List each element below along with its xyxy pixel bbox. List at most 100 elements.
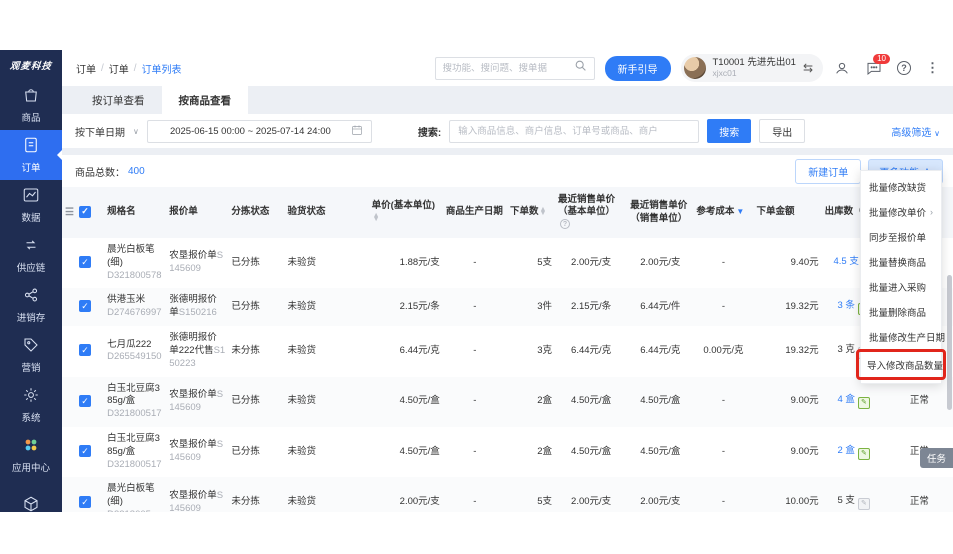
date-range-input[interactable]: 2025-06-15 00:00 ~ 2025-07-14 24:00 bbox=[147, 120, 372, 143]
vertical-scrollbar[interactable] bbox=[947, 275, 952, 410]
row-checkbox[interactable]: ✓ bbox=[79, 344, 91, 356]
menu-item-批量修改生产日期[interactable]: 批量修改生产日期 bbox=[861, 324, 941, 349]
sidebar-item-商品[interactable]: 商品 bbox=[0, 80, 62, 130]
new-order-button[interactable]: 新建订单 bbox=[795, 159, 861, 184]
column-header-label: 验货状态 bbox=[287, 206, 325, 217]
app-grid-icon bbox=[22, 436, 40, 457]
breadcrumb-item[interactable]: 订单 bbox=[109, 61, 129, 76]
sidebar-item-应用中心[interactable]: 应用中心 bbox=[0, 430, 62, 480]
reference-cost: - bbox=[693, 477, 753, 512]
recent-price-base: 2.00元/支 bbox=[555, 477, 627, 512]
column-header-label: 报价单 bbox=[169, 206, 198, 217]
recent-price-sale: 2.00元/支 bbox=[627, 477, 693, 512]
order-quantity: 3件 bbox=[507, 288, 555, 326]
outbound-quantity[interactable]: 3 条 bbox=[837, 300, 854, 311]
row-checkbox[interactable]: ✓ bbox=[79, 445, 91, 457]
menu-item-批量进入采购[interactable]: 批量进入采购 bbox=[861, 274, 941, 299]
sort-icon[interactable]: ▲▼ bbox=[373, 214, 380, 222]
share-icon bbox=[22, 286, 40, 307]
menu-item-批量替换商品[interactable]: 批量替换商品 bbox=[861, 249, 941, 274]
app-window: 观麦科技 商品订单数据供应链进销存营销系统应用中心 订单 / 订单 / 订单列表… bbox=[0, 50, 953, 512]
more-options-icon[interactable]: ⋮ bbox=[926, 60, 939, 76]
production-date: - bbox=[443, 238, 507, 288]
menu-item-导入修改商品数量[interactable]: 导入修改商品数量 bbox=[859, 352, 943, 377]
section-divider bbox=[62, 148, 953, 155]
menu-item-批量删除商品[interactable]: 批量删除商品 bbox=[861, 299, 941, 324]
column-settings-icon[interactable]: ☰ bbox=[65, 207, 74, 218]
column-header: 规格名 bbox=[104, 187, 166, 238]
table-search-input[interactable] bbox=[449, 120, 699, 143]
row-checkbox[interactable]: ✓ bbox=[79, 496, 91, 508]
topbar-icons: 10 ? ⋮ bbox=[833, 60, 939, 77]
sorting-status: 已分拣 bbox=[228, 377, 284, 427]
menu-item-批量修改缺货[interactable]: 批量修改缺货 bbox=[861, 174, 941, 199]
switch-account-icon[interactable]: ⇆ bbox=[803, 61, 813, 75]
export-button[interactable]: 导出 bbox=[759, 119, 805, 143]
reference-cost: - bbox=[693, 238, 753, 288]
edit-outbound-icon[interactable]: ✎ bbox=[858, 397, 870, 409]
calendar-icon bbox=[351, 124, 363, 139]
menu-item-label: 批量修改生产日期 bbox=[869, 330, 945, 344]
help-tooltip-icon[interactable]: ? bbox=[560, 219, 570, 229]
newbie-guide-button[interactable]: 新手引导 bbox=[605, 56, 671, 81]
total-count-label: 商品总数： bbox=[75, 164, 125, 179]
breadcrumb-item[interactable]: 订单 bbox=[76, 61, 96, 76]
outbound-quantity[interactable]: 2 盒 bbox=[837, 445, 854, 456]
task-floating-tab[interactable]: 任务 bbox=[920, 448, 953, 468]
gear-icon bbox=[22, 386, 40, 407]
tab-按订单查看[interactable]: 按订单查看 bbox=[75, 86, 162, 114]
user-menu[interactable]: T10001 先进先出01 xjxc01 ⇆ bbox=[681, 54, 824, 82]
outbound-quantity[interactable]: 4.5 支 bbox=[834, 256, 859, 267]
submenu-arrow-icon: › bbox=[930, 207, 933, 217]
sidebar-item-数据[interactable]: 数据 bbox=[0, 180, 62, 230]
outbound-quantity[interactable]: 4 盒 bbox=[837, 394, 854, 405]
column-header[interactable]: 单价(基本单位)▲▼ bbox=[369, 187, 443, 238]
supply-chain-icon bbox=[22, 236, 40, 257]
sort-icon[interactable]: ▲▼ bbox=[539, 208, 546, 216]
unit-price: 2.00元/支 bbox=[369, 477, 443, 512]
column-header[interactable]: 下单数▲▼ bbox=[507, 187, 555, 238]
help-icon[interactable]: ? bbox=[897, 61, 911, 75]
sidebar-item-系统[interactable]: 系统 bbox=[0, 380, 62, 430]
order-amount: 9.00元 bbox=[753, 427, 821, 477]
reference-cost: - bbox=[693, 427, 753, 477]
table-row: ✓白玉北豆腐385g/盒D321800517农垦报价单S145609已分拣未验货… bbox=[62, 377, 953, 427]
message-icon[interactable]: 10 bbox=[865, 60, 882, 77]
order-amount: 10.00元 bbox=[753, 477, 821, 512]
sorting-status: 未分拣 bbox=[228, 326, 284, 376]
date-filter-label[interactable]: 按下单日期 bbox=[75, 124, 125, 139]
avatar[interactable] bbox=[684, 57, 706, 79]
sidebar-item-进销存[interactable]: 进销存 bbox=[0, 280, 62, 330]
column-header: 报价单 bbox=[166, 187, 228, 238]
tab-按商品查看[interactable]: 按商品查看 bbox=[162, 86, 249, 114]
sorting-status: 已分拣 bbox=[228, 427, 284, 477]
sidebar-item-订单[interactable]: 订单 bbox=[0, 130, 62, 180]
search-icon[interactable] bbox=[574, 59, 587, 77]
edit-outbound-icon[interactable]: ✎ bbox=[858, 498, 870, 510]
menu-item-label: 导入修改商品数量 bbox=[867, 358, 943, 372]
sidebar-item-营销[interactable]: 营销 bbox=[0, 330, 62, 380]
filter-dropdown-icon[interactable]: ▼ bbox=[736, 207, 744, 216]
sorting-status: 已分拣 bbox=[228, 288, 284, 326]
sidebar-item-供应链[interactable]: 供应链 bbox=[0, 230, 62, 280]
global-search-box[interactable] bbox=[435, 57, 595, 80]
table-row: ✓七月瓜222D265549150张德明报价单222代售S150223未分拣未验… bbox=[62, 326, 953, 376]
advanced-filter-link[interactable]: 高级筛选 ∨ bbox=[891, 124, 940, 139]
customer-service-icon[interactable] bbox=[833, 60, 850, 77]
menu-item-label: 批量修改单价 bbox=[869, 205, 926, 219]
column-header: 分拣状态 bbox=[228, 187, 284, 238]
menu-item-批量修改单价[interactable]: 批量修改单价 › bbox=[861, 199, 941, 224]
search-button[interactable]: 搜索 bbox=[707, 119, 751, 143]
select-all-checkbox[interactable]: ✓ bbox=[79, 206, 91, 218]
row-checkbox[interactable]: ✓ bbox=[79, 256, 91, 268]
edit-outbound-icon[interactable]: ✎ bbox=[858, 448, 870, 460]
unit-price: 4.50元/盒 bbox=[369, 427, 443, 477]
sidebar-item-label: 进销存 bbox=[17, 310, 46, 324]
column-header[interactable]: 参考成本▼ bbox=[693, 187, 753, 238]
order-doc-icon bbox=[22, 136, 40, 157]
sidebar-item-extra[interactable] bbox=[0, 480, 62, 512]
global-search-input[interactable] bbox=[443, 63, 568, 74]
menu-item-同步至报价单[interactable]: 同步至报价单 bbox=[861, 224, 941, 249]
row-checkbox[interactable]: ✓ bbox=[79, 300, 91, 312]
row-checkbox[interactable]: ✓ bbox=[79, 395, 91, 407]
